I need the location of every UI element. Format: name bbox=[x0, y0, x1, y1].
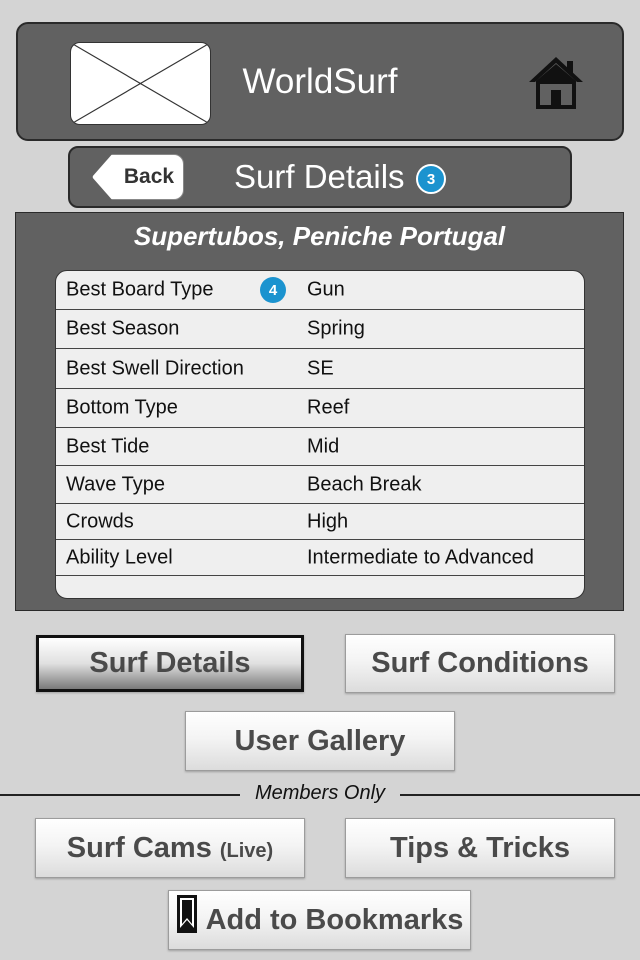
row-label: Best Season bbox=[66, 317, 180, 340]
row-label: Best Board Type bbox=[66, 278, 214, 301]
table-row: Best Swell Direction SE bbox=[56, 349, 584, 389]
row-label: Wave Type bbox=[66, 473, 165, 495]
page-header: Back Surf Details 3 bbox=[68, 146, 572, 208]
row-value: Mid bbox=[307, 435, 340, 457]
row-value: Intermediate to Advanced bbox=[307, 546, 534, 568]
row-label: Best Tide bbox=[66, 435, 150, 457]
table-row: Best Tide Mid bbox=[56, 428, 584, 466]
home-icon[interactable] bbox=[526, 54, 586, 112]
table-row: Best Season Spring bbox=[56, 310, 584, 349]
row-value: Beach Break bbox=[307, 473, 422, 495]
table-row bbox=[56, 576, 584, 598]
tips-and-tricks-button[interactable]: Tips & Tricks bbox=[345, 818, 615, 878]
details-table: Best Board Type 4 Gun Best Season Spring… bbox=[55, 270, 585, 599]
surf-conditions-button[interactable]: Surf Conditions bbox=[345, 634, 615, 693]
surf-cams-live-label: (Live) bbox=[219, 839, 274, 862]
details-panel: Supertubos, Peniche Portugal Best Board … bbox=[15, 212, 624, 611]
surf-cams-button[interactable]: Surf Cams (Live) bbox=[35, 818, 305, 878]
row-label: Best Swell Direction bbox=[66, 357, 244, 379]
table-row: Wave Type Beach Break bbox=[56, 466, 584, 504]
surf-details-button[interactable]: Surf Details bbox=[36, 635, 304, 692]
annotation-badge: 3 bbox=[416, 164, 446, 194]
divider bbox=[0, 794, 240, 796]
annotation-badge: 4 bbox=[260, 277, 286, 303]
row-value: SE bbox=[307, 357, 334, 379]
back-button[interactable]: Back bbox=[92, 154, 184, 200]
table-row: Bottom Type Reef bbox=[56, 389, 584, 428]
row-value: Reef bbox=[307, 396, 350, 419]
add-to-bookmarks-button[interactable]: Add to Bookmarks bbox=[168, 890, 471, 950]
row-value: High bbox=[307, 510, 349, 532]
table-row: Crowds High bbox=[56, 504, 584, 540]
row-value: Spring bbox=[307, 317, 365, 340]
bookmark-icon bbox=[176, 894, 198, 934]
row-label: Ability Level bbox=[66, 546, 173, 568]
spot-name: Supertubos, Peniche Portugal bbox=[133, 221, 506, 251]
divider bbox=[400, 794, 640, 796]
user-gallery-button[interactable]: User Gallery bbox=[185, 711, 455, 771]
row-label: Crowds bbox=[66, 510, 134, 532]
page-title: Surf Details bbox=[234, 158, 405, 195]
row-value: Gun bbox=[307, 278, 345, 301]
app-header: WorldSurf bbox=[16, 22, 624, 141]
members-only-label: Members Only bbox=[254, 782, 386, 804]
row-label: Bottom Type bbox=[66, 396, 178, 419]
add-to-bookmarks-label: Add to Bookmarks bbox=[205, 903, 464, 936]
table-row: Best Board Type 4 Gun bbox=[56, 271, 584, 310]
surf-cams-label: Surf Cams bbox=[66, 831, 212, 864]
table-row: Ability Level Intermediate to Advanced bbox=[56, 540, 584, 576]
